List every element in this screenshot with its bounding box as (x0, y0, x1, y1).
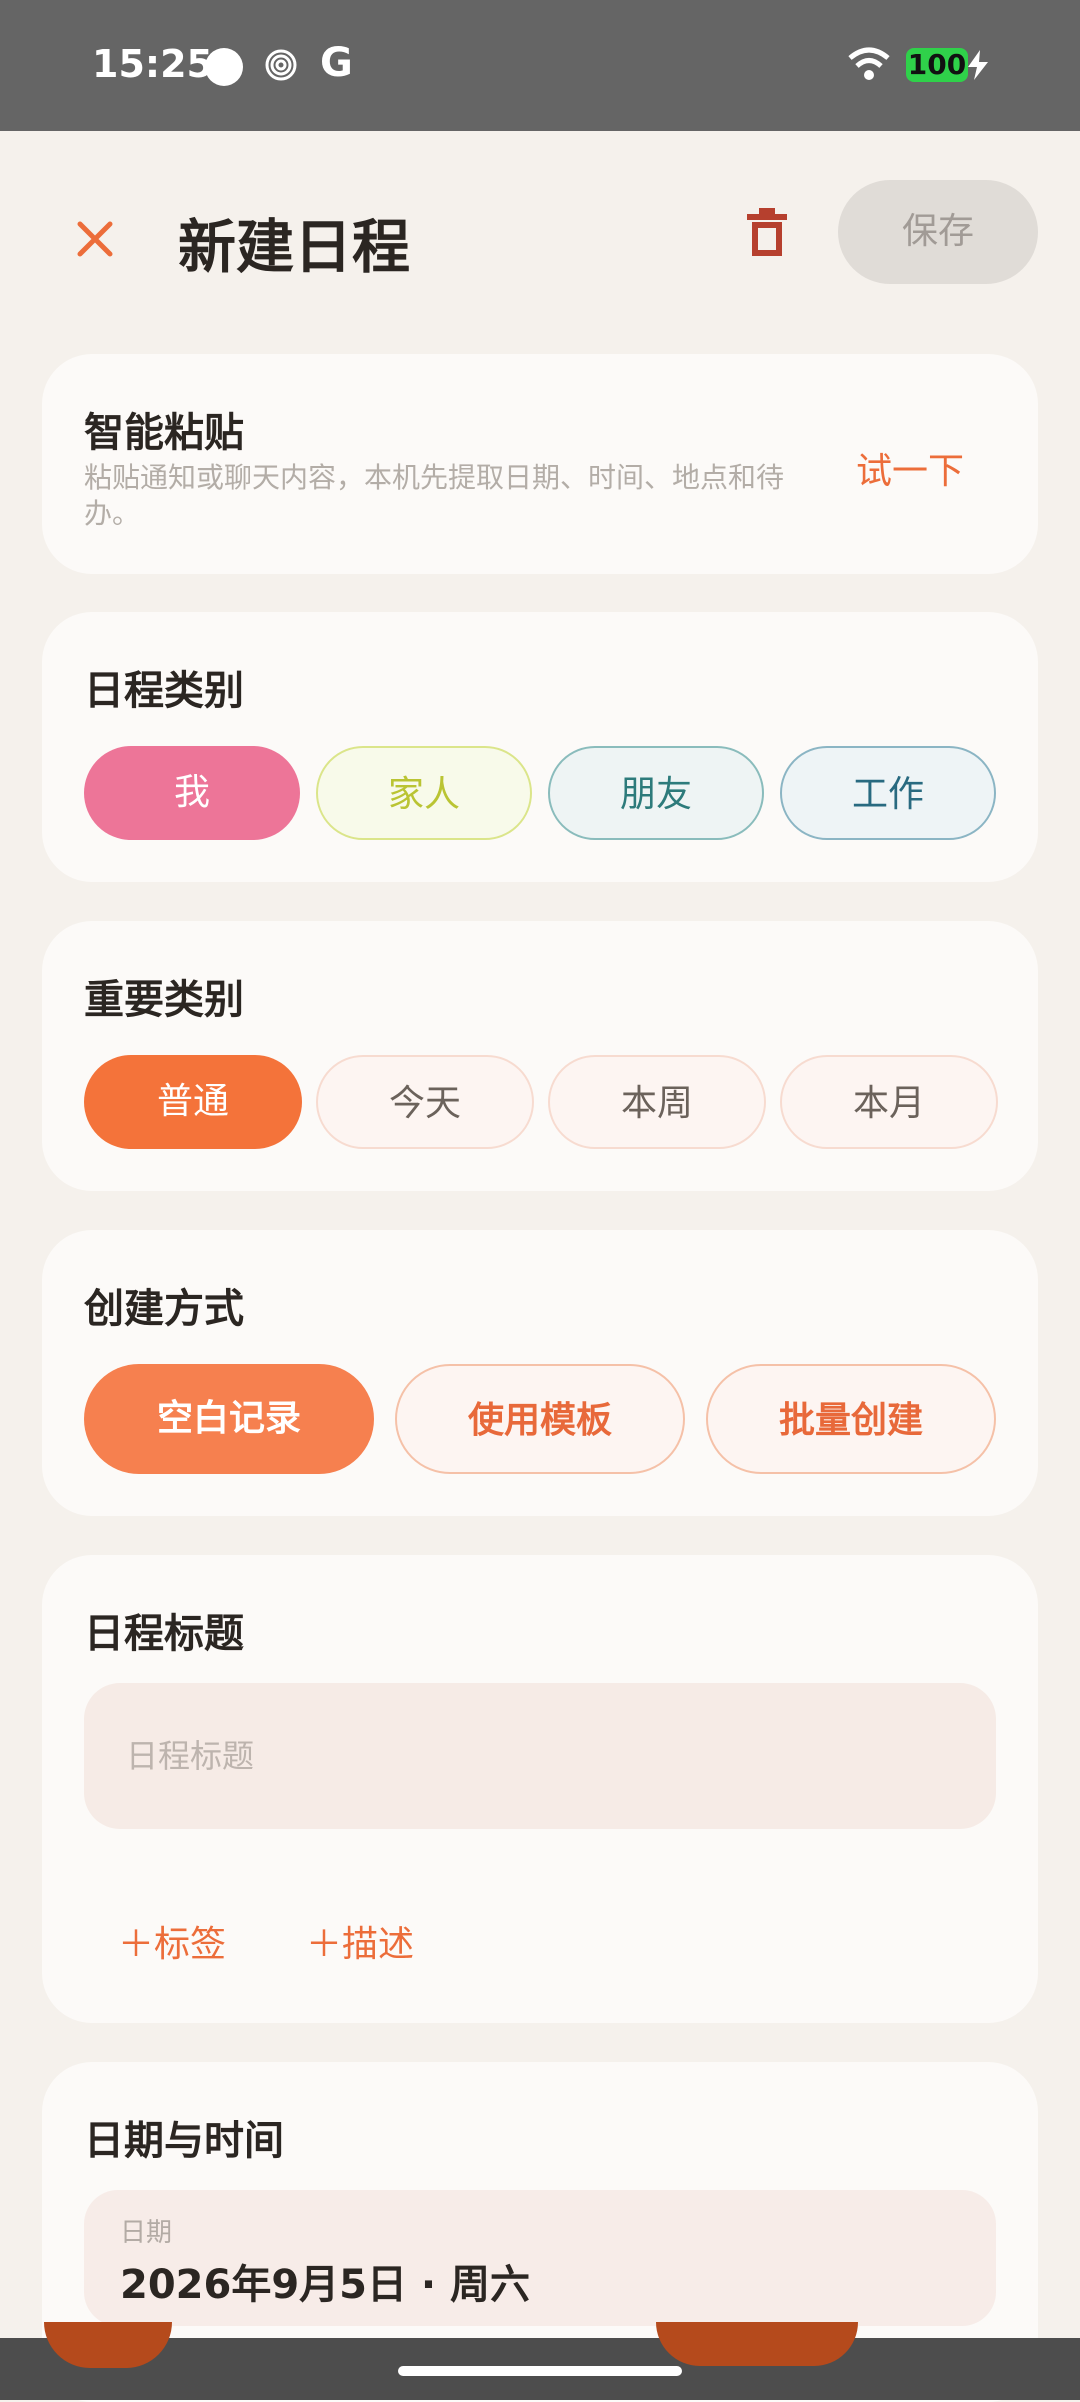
charging-icon (968, 50, 988, 80)
create-mode-card: 创建方式 空白记录 使用模板 批量创建 (42, 1230, 1038, 1516)
mode-blank-button[interactable]: 空白记录 (84, 1364, 374, 1474)
importance-chip-today[interactable]: 今天 (316, 1055, 534, 1149)
category-chip-friends[interactable]: 朋友 (548, 746, 764, 840)
status-time: 15:25 (92, 42, 213, 86)
notification-dot-icon (205, 48, 243, 86)
importance-chip-month[interactable]: 本月 (780, 1055, 998, 1149)
mode-template-button[interactable]: 使用模板 (395, 1364, 685, 1474)
add-description-button[interactable]: ＋描述 (306, 1915, 414, 1967)
smart-paste-description: 粘贴通知或聊天内容，本机先提取日期、时间、地点和待办。 (84, 461, 785, 530)
wifi-icon (848, 47, 890, 80)
category-chip-work[interactable]: 工作 (780, 746, 996, 840)
close-icon[interactable] (66, 210, 124, 268)
header: 新建日程 保存 (0, 170, 1080, 300)
smart-paste-card: 智能粘贴 粘贴通知或聊天内容，本机先提取日期、时间、地点和待办。 试一下 (42, 354, 1038, 574)
delete-icon[interactable] (744, 206, 790, 260)
floating-button-right[interactable] (656, 2322, 858, 2366)
importance-chip-week[interactable]: 本周 (548, 1055, 766, 1149)
datetime-title: 日期与时间 (84, 2118, 284, 2164)
category-chip-me[interactable]: 我 (84, 746, 300, 840)
create-mode-title: 创建方式 (84, 1286, 244, 1332)
date-label: 日期 (120, 2218, 173, 2248)
schedule-title-card: 日程标题 ＋标签 ＋描述 (42, 1555, 1038, 2023)
importance-card: 重要类别 普通 今天 本周 本月 (42, 921, 1038, 1191)
spiral-icon (265, 49, 297, 81)
battery-indicator: 100 (906, 48, 968, 82)
google-icon: G (320, 40, 353, 86)
home-indicator[interactable] (398, 2366, 682, 2376)
schedule-title-heading: 日程标题 (84, 1611, 244, 1657)
category-card: 日程类别 我 家人 朋友 工作 (42, 612, 1038, 882)
schedule-title-input[interactable] (84, 1683, 996, 1829)
importance-title: 重要类别 (84, 977, 244, 1023)
save-button[interactable]: 保存 (838, 180, 1038, 284)
status-bar: 15:25 G 100 (0, 0, 1080, 131)
smart-paste-title: 智能粘贴 (84, 410, 244, 456)
category-chip-family[interactable]: 家人 (316, 746, 532, 840)
category-title: 日程类别 (84, 668, 244, 714)
add-tag-button[interactable]: ＋标签 (118, 1915, 226, 1967)
date-value: 2026年9月5日 · 周六 (120, 2262, 531, 2308)
date-field[interactable]: 日期 2026年9月5日 · 周六 (84, 2190, 996, 2326)
page-title: 新建日程 (178, 213, 411, 281)
mode-batch-button[interactable]: 批量创建 (706, 1364, 996, 1474)
try-button[interactable]: 试一下 (856, 442, 964, 494)
importance-chip-normal[interactable]: 普通 (84, 1055, 302, 1149)
